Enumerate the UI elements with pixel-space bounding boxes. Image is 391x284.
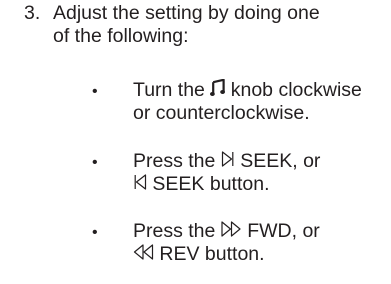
- list-item-text: REV button.: [154, 243, 265, 265]
- list-item-text: FWD, or: [241, 220, 320, 242]
- list-item-turn-knob: Turn the knob clockwise or counterclockw…: [133, 79, 389, 125]
- bullet-marker: •: [92, 154, 98, 171]
- instruction-step: 3. Adjust the setting by doing one of th…: [0, 0, 391, 284]
- seek-up-icon: [221, 151, 235, 167]
- step-text-line-1: Adjust the setting by doing one: [53, 2, 320, 24]
- list-item-text: Press the: [133, 150, 221, 172]
- bullet-marker: •: [92, 83, 98, 100]
- fast-forward-icon: [221, 221, 242, 237]
- step-text: Adjust the setting by doing one of the f…: [53, 2, 389, 48]
- list-item-text: knob clockwise: [225, 79, 362, 101]
- list-item-line: REV button.: [133, 243, 389, 266]
- list-item-text: Turn the: [133, 79, 211, 101]
- list-item-line: Press the FWD, or: [133, 220, 389, 243]
- step-text-line-2: of the following:: [53, 25, 189, 47]
- list-item-line: Turn the knob clockwise: [133, 79, 389, 102]
- music-note-icon: [210, 79, 226, 96]
- list-item-text: Press the: [133, 220, 221, 242]
- seek-down-icon: [133, 174, 147, 190]
- bullet-marker: •: [92, 224, 98, 241]
- list-item-line: SEEK button.: [133, 173, 389, 196]
- step-number: 3.: [24, 2, 41, 24]
- rewind-icon: [133, 244, 154, 260]
- list-item-line: Press the SEEK, or: [133, 150, 389, 173]
- list-item-seek: Press the SEEK, or SEEK button.: [133, 150, 389, 196]
- list-item-line: or counterclockwise.: [133, 102, 310, 124]
- list-item-fwd-rev: Press the FWD, or REV button.: [133, 220, 389, 266]
- list-item-text: SEEK button.: [147, 173, 270, 195]
- list-item-text: SEEK, or: [234, 150, 321, 172]
